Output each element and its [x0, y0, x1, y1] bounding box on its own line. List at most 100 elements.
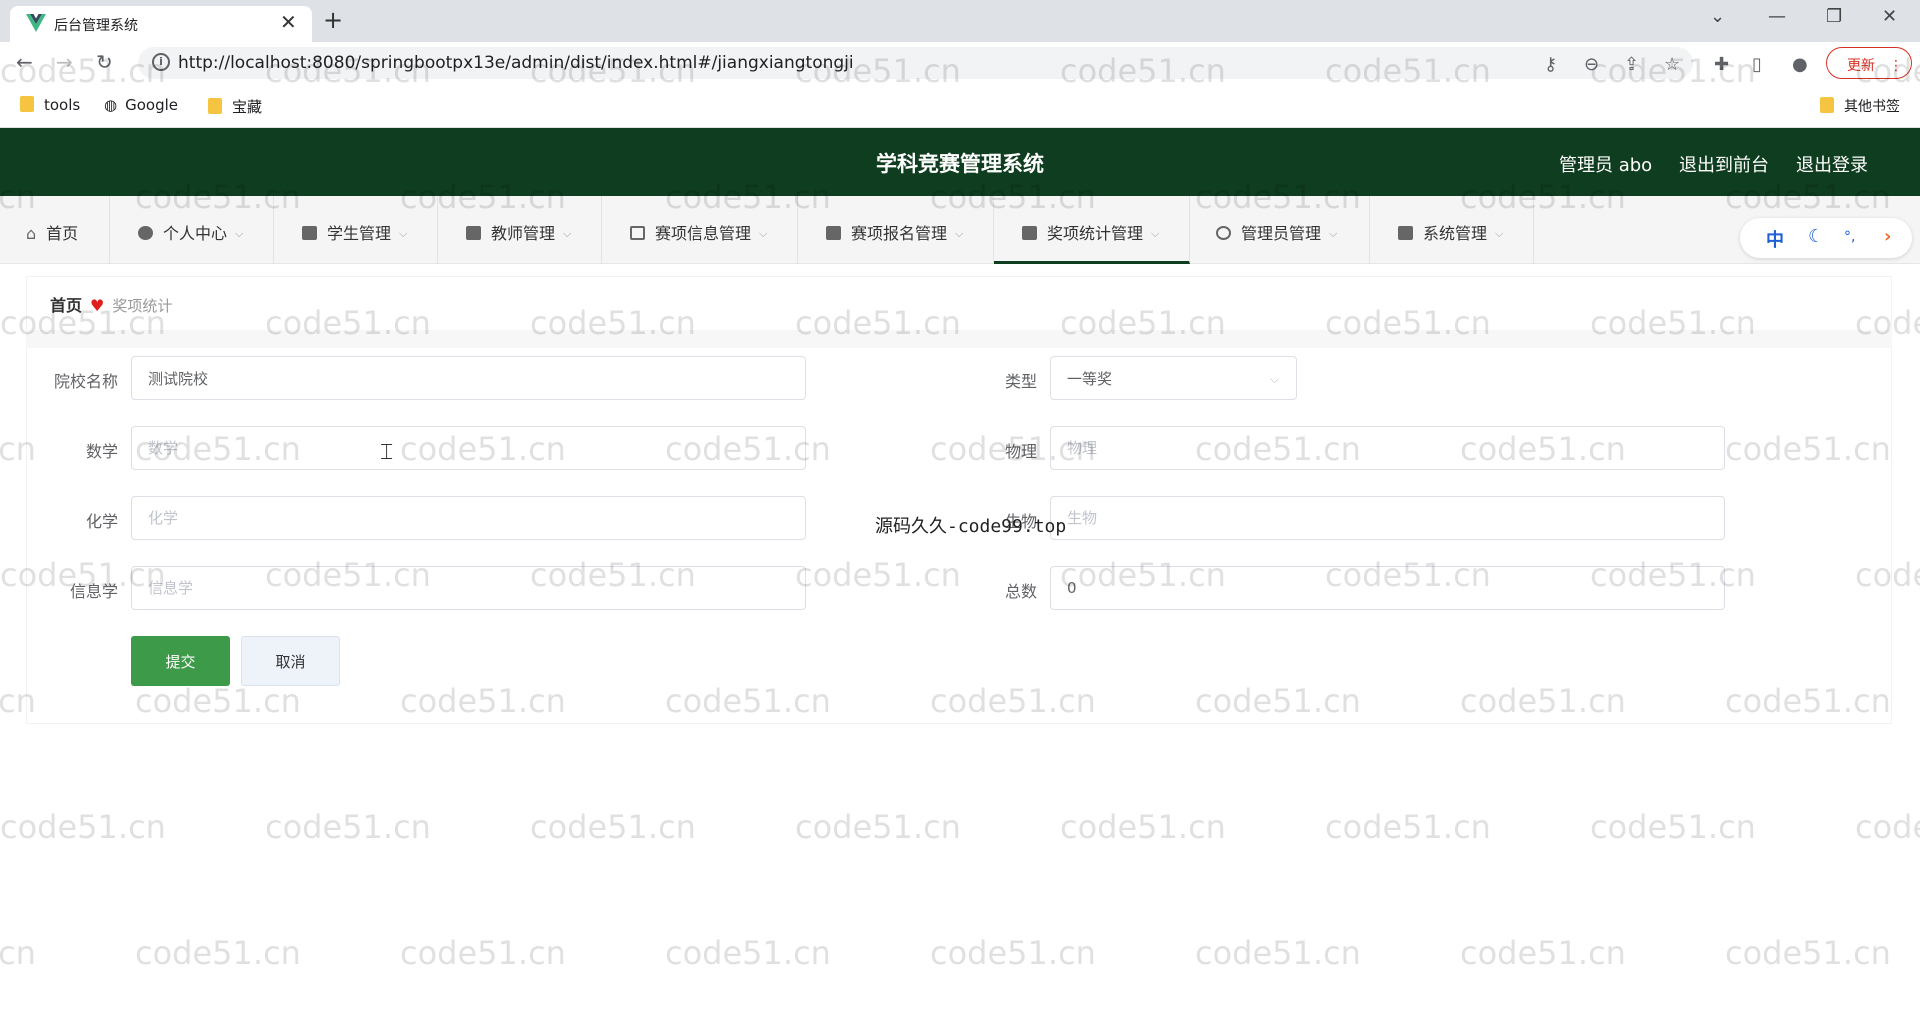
- watermark-text: code51.cn: [1325, 808, 1491, 846]
- informatics-input[interactable]: [131, 566, 806, 610]
- menu-item-profile[interactable]: 个人中心 ⌵: [110, 196, 274, 264]
- watermark-text: code51.cn: [1590, 808, 1756, 846]
- menu-label: 系统管理: [1423, 224, 1488, 243]
- quote-icon[interactable]: °,: [1844, 229, 1855, 245]
- url-text[interactable]: http://localhost:8080/springbootpx13e/ad…: [178, 53, 854, 73]
- bookmark-treasure[interactable]: 宝藏: [208, 96, 262, 117]
- book-icon: [302, 226, 317, 240]
- breadcrumb-home[interactable]: 首页: [50, 296, 82, 315]
- folder-icon: [20, 96, 34, 112]
- menu-label: 奖项统计管理: [1047, 224, 1144, 243]
- breadcrumb-current: 奖项统计: [112, 297, 173, 315]
- menu-item-competition-info[interactable]: 赛项信息管理 ⌵: [602, 196, 798, 264]
- side-panel-icon[interactable]: ▯: [1752, 54, 1762, 75]
- share-icon[interactable]: ⇪: [1624, 54, 1639, 75]
- forward-icon[interactable]: →: [56, 50, 73, 74]
- menu-item-teachers[interactable]: 教师管理 ⌵: [438, 196, 602, 264]
- biology-input[interactable]: [1050, 496, 1725, 540]
- menu-label: 首页: [46, 224, 79, 243]
- cancel-button[interactable]: 取消: [241, 636, 340, 686]
- physics-label: 物理: [1004, 442, 1037, 461]
- menu-label: 赛项信息管理: [655, 224, 752, 243]
- chevron-down-icon: ⌵: [1151, 227, 1160, 240]
- informatics-label: 信息学: [69, 582, 118, 601]
- home-icon: ⌂: [26, 224, 37, 243]
- key-icon[interactable]: ⚷: [1544, 54, 1557, 75]
- back-to-front-link[interactable]: 退出到前台: [1679, 151, 1769, 177]
- chemistry-input[interactable]: [131, 496, 806, 540]
- copy-icon: [630, 226, 645, 240]
- profile-icon[interactable]: ●: [1792, 54, 1808, 75]
- current-user: 管理员 abo: [1559, 155, 1653, 176]
- math-label: 数学: [85, 442, 118, 461]
- lang-zh-toggle[interactable]: 中: [1766, 226, 1784, 252]
- tab-search-icon[interactable]: ⌄: [1710, 6, 1725, 27]
- total-label: 总数: [1004, 582, 1037, 601]
- more-menu-icon[interactable]: ⋮: [1889, 58, 1903, 74]
- document-icon: [1022, 226, 1037, 240]
- chevron-down-icon: ⌵: [563, 227, 572, 240]
- chemistry-label: 化学: [85, 512, 118, 531]
- extensions-icon[interactable]: ✚: [1714, 54, 1729, 75]
- bookmark-label: Google: [125, 96, 178, 114]
- breadcrumb-divider: [26, 330, 1892, 348]
- minimize-icon[interactable]: —: [1768, 6, 1786, 27]
- bookmark-star-icon[interactable]: ☆: [1664, 54, 1680, 75]
- system-icon: [1398, 226, 1413, 240]
- tab-title: 后台管理系统: [54, 18, 138, 34]
- app-header: 学科竞赛管理系统 管理员 abo 退出到前台 退出登录: [0, 128, 1920, 196]
- watermark-text: code51.cn: [795, 808, 961, 846]
- moon-icon[interactable]: ☾: [1808, 226, 1824, 247]
- reload-icon[interactable]: ↻: [96, 50, 113, 74]
- watermark-text: code51.cn: [265, 808, 431, 846]
- menu-item-admins[interactable]: 管理员管理 ⌵: [1190, 196, 1370, 264]
- total-input[interactable]: [1050, 566, 1725, 610]
- bookmark-tools[interactable]: tools: [20, 96, 80, 114]
- update-label: 更新: [1847, 58, 1875, 74]
- watermark-text: code51.cn: [1195, 934, 1361, 972]
- folder-icon: [208, 98, 222, 114]
- watermark-text: code51.cn: [0, 808, 166, 846]
- chat-icon: [466, 226, 481, 240]
- other-bookmarks[interactable]: 其他书签: [1820, 96, 1900, 116]
- restore-icon[interactable]: ❐: [1826, 6, 1842, 27]
- site-info-icon[interactable]: i: [152, 53, 170, 71]
- top-menu: ⌂ 首页 个人中心 ⌵ 学生管理 ⌵ 教师管理 ⌵ 赛项信息管理 ⌵ 赛项报名管理 ⌵ 奖项…: [0, 196, 1920, 264]
- chevron-right-icon[interactable]: ›: [1884, 226, 1891, 247]
- browser-tab-bar: 后台管理系统 ✕ + ⌄ — ❐ ✕: [0, 0, 1920, 42]
- bookmark-google[interactable]: ◍ Google: [104, 96, 178, 114]
- type-select[interactable]: [1050, 356, 1297, 400]
- menu-item-registration[interactable]: 赛项报名管理 ⌵: [798, 196, 994, 264]
- watermark-text: code51.cn: [1060, 808, 1226, 846]
- window-close-icon[interactable]: ✕: [1882, 6, 1897, 27]
- menu-item-system[interactable]: 系统管理 ⌵: [1370, 196, 1534, 264]
- tab-close-icon[interactable]: ✕: [280, 10, 297, 34]
- chevron-down-icon: ⌵: [759, 227, 768, 240]
- menu-label: 管理员管理: [1241, 224, 1322, 243]
- update-button[interactable]: 更新 ⋮: [1826, 47, 1912, 79]
- watermark-text: code51.cn: [135, 934, 301, 972]
- menu-label: 教师管理: [491, 224, 556, 243]
- browser-tab[interactable]: 后台管理系统 ✕: [10, 6, 312, 42]
- chevron-down-icon: ⌵: [955, 227, 964, 240]
- breadcrumb: 首页 ♥ 奖项统计: [50, 292, 172, 316]
- school-input[interactable]: [131, 356, 806, 400]
- logout-link[interactable]: 退出登录: [1796, 151, 1868, 177]
- chevron-down-icon: ⌵: [1495, 227, 1504, 240]
- omnibox[interactable]: i http://localhost:8080/springbootpx13e/…: [138, 47, 1693, 79]
- new-tab-icon[interactable]: +: [323, 6, 343, 34]
- menu-label: 个人中心: [163, 224, 228, 243]
- language-widget: 中 ☾ °, ›: [1740, 218, 1912, 258]
- chevron-down-icon: ⌵: [399, 227, 408, 240]
- menu-item-award-stats[interactable]: 奖项统计管理 ⌵: [994, 196, 1190, 264]
- physics-input[interactable]: [1050, 426, 1725, 470]
- settings-circle-icon: [1216, 226, 1231, 240]
- chevron-down-icon: ⌵: [235, 227, 244, 240]
- menu-item-students[interactable]: 学生管理 ⌵: [274, 196, 438, 264]
- math-input[interactable]: [131, 426, 806, 470]
- back-icon[interactable]: ←: [16, 50, 33, 74]
- bookmark-label: 其他书签: [1844, 99, 1900, 115]
- menu-item-home[interactable]: ⌂ 首页: [0, 196, 110, 264]
- zoom-icon[interactable]: ⊖: [1584, 54, 1599, 75]
- submit-button[interactable]: 提交: [131, 636, 230, 686]
